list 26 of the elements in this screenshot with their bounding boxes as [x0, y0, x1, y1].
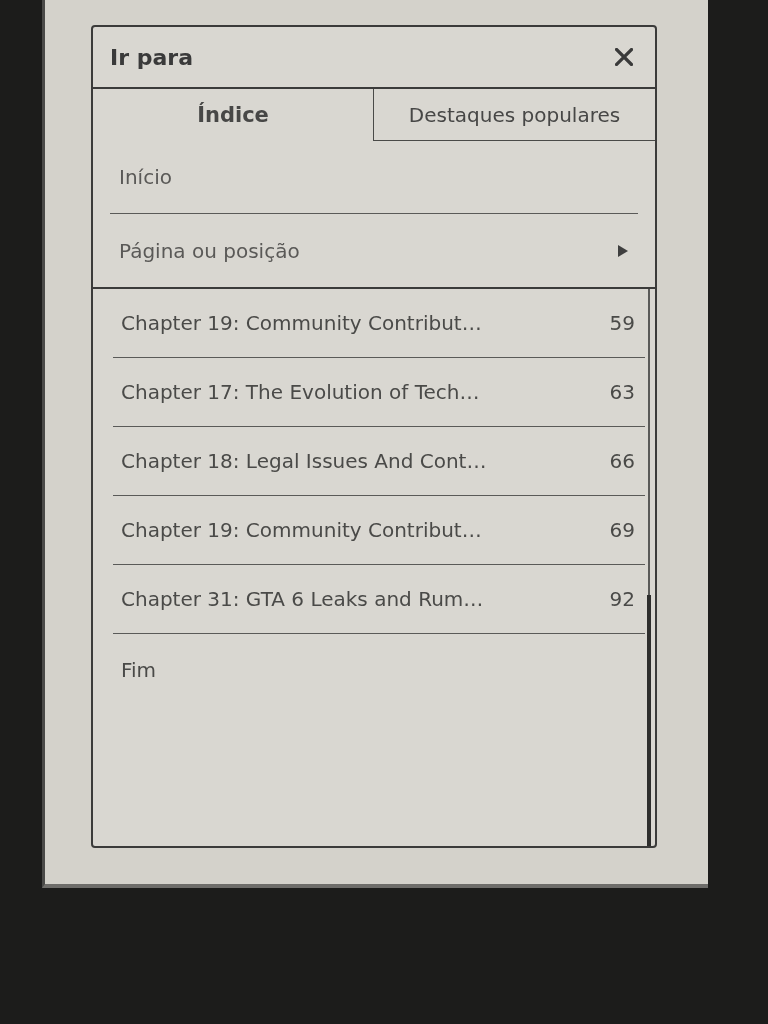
toc-row[interactable]: Chapter 19: Community Contribut… 59 [113, 289, 645, 358]
dialog-title: Ir para [110, 44, 193, 70]
menu-item[interactable]: Página ou posição [110, 214, 638, 287]
toc-row[interactable]: Fim [113, 634, 645, 706]
chapter-title: Fim [121, 658, 157, 682]
toc-row[interactable]: Chapter 18: Legal Issues And Cont… 66 [113, 427, 645, 496]
menu-item[interactable]: Início [110, 141, 638, 214]
scrollbar-thumb[interactable] [647, 595, 651, 846]
chapter-title: Chapter 18: Legal Issues And Cont… [121, 449, 487, 473]
page-number: 92 [609, 587, 635, 611]
toc-row[interactable]: Chapter 19: Community Contribut… 69 [113, 496, 645, 565]
page-number: 59 [609, 311, 635, 335]
toc-row[interactable]: Chapter 31: GTA 6 Leaks and Rum… 92 [113, 565, 645, 634]
tab[interactable]: Índice [93, 89, 373, 141]
chapter-title: Chapter 17: The Evolution of Tech… [121, 380, 480, 404]
page-number: 66 [609, 449, 635, 473]
tab[interactable]: Destaques populares [373, 89, 655, 141]
chapter-title: Chapter 19: Community Contribut… [121, 311, 482, 335]
page-number: 69 [609, 518, 635, 542]
chapter-title: Chapter 31: GTA 6 Leaks and Rum… [121, 587, 484, 611]
close-button[interactable] [615, 48, 633, 66]
triangle-icon [618, 244, 628, 257]
toc-row[interactable]: Chapter 17: The Evolution of Tech… 63 [113, 358, 645, 427]
close-icon [615, 48, 633, 66]
page-number: 63 [609, 380, 635, 404]
chapter-title: Chapter 19: Community Contribut… [121, 518, 482, 542]
